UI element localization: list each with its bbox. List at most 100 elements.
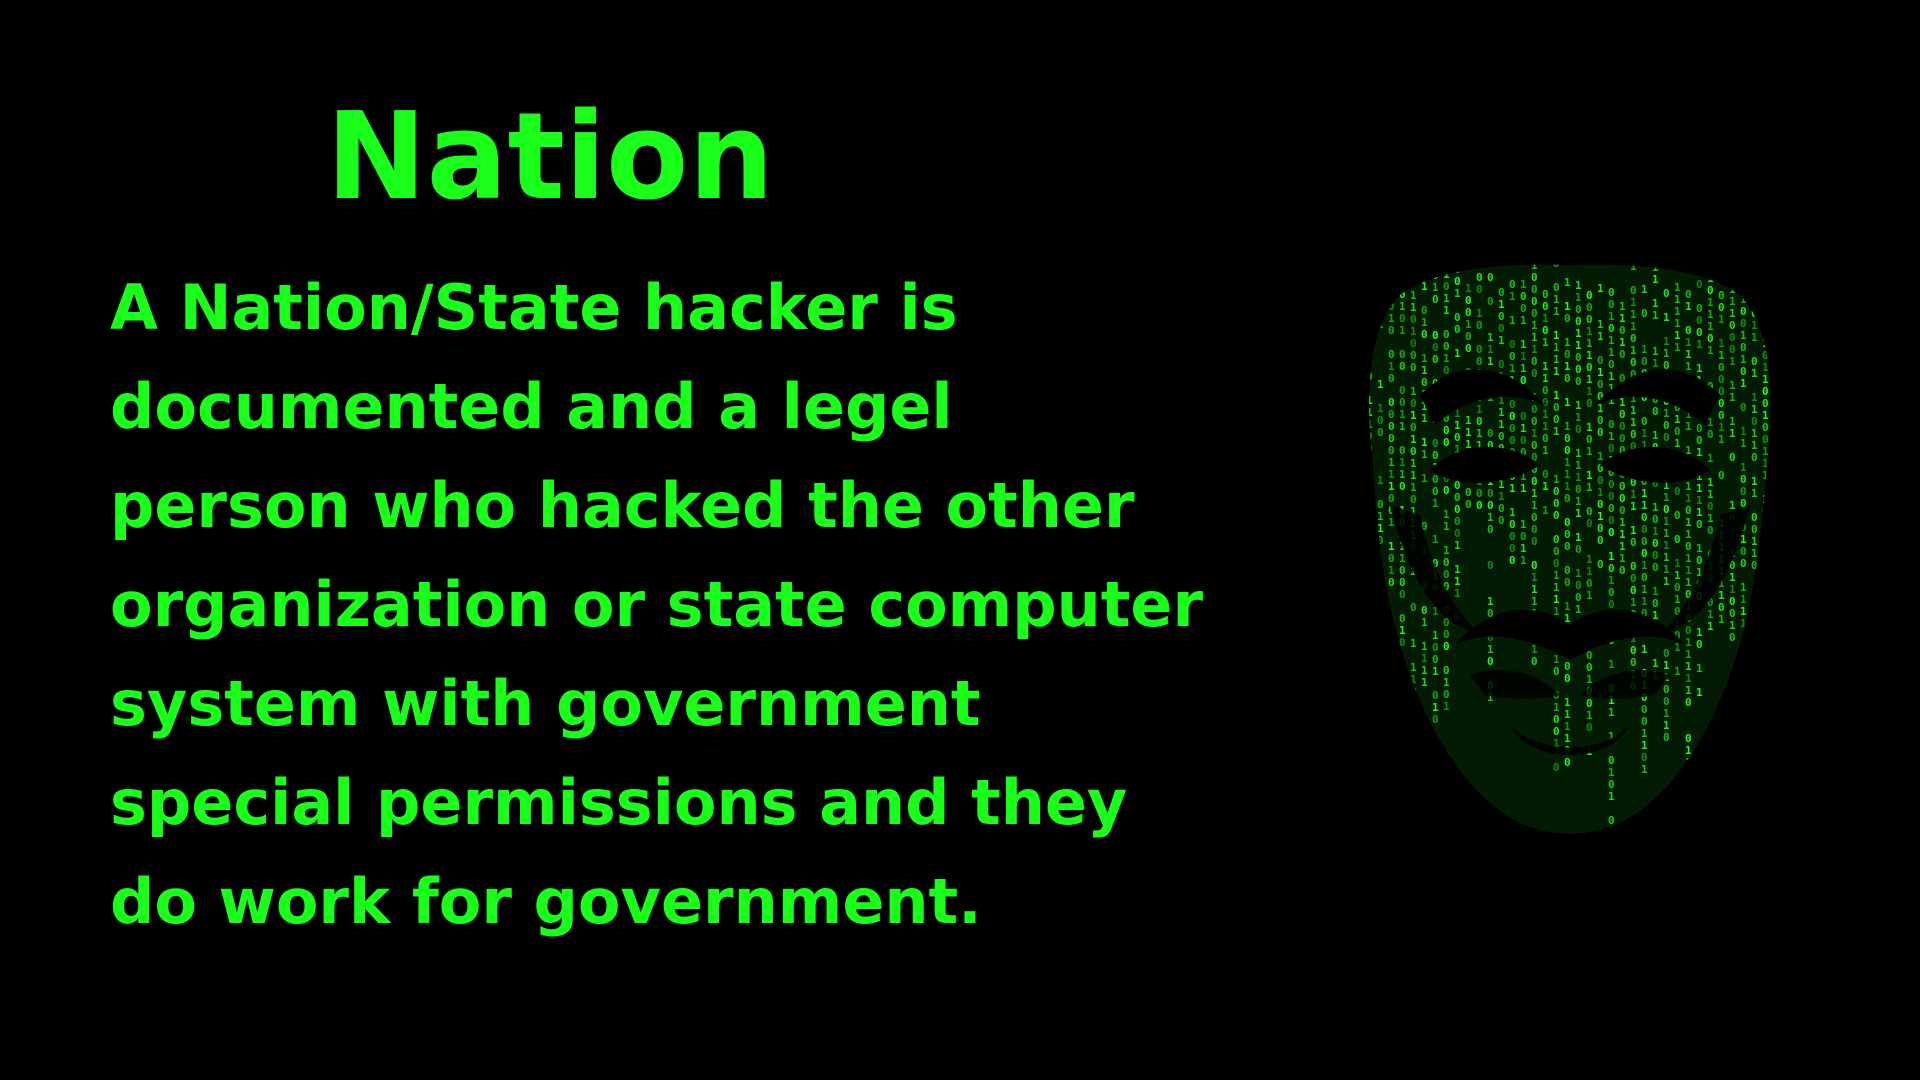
code-glyph: 1 <box>1762 325 1769 338</box>
code-glyph: 1 <box>1740 689 1747 702</box>
code-glyph: 0 <box>1399 720 1406 733</box>
code-glyph: 0 <box>1707 428 1714 441</box>
code-glyph: 0 <box>1575 423 1582 436</box>
code-glyph: 0 <box>1410 685 1417 698</box>
code-glyph: 0 <box>1652 405 1659 418</box>
code-glyph: 0 <box>1685 696 1692 709</box>
code-glyph: 0 <box>1377 774 1384 787</box>
code-glyph: 0 <box>1377 594 1384 607</box>
code-glyph: 1 <box>1751 367 1758 380</box>
code-glyph: 0 <box>1751 607 1758 620</box>
code-glyph: 0 <box>1377 270 1384 283</box>
code-glyph: 0 <box>1652 561 1659 574</box>
code-glyph: 0 <box>1597 558 1604 571</box>
code-glyph: 0 <box>1498 514 1505 527</box>
code-glyph: 0 <box>1366 562 1373 575</box>
code-glyph: 1 <box>1564 396 1571 409</box>
code-glyph: 0 <box>1696 278 1703 291</box>
code-glyph: 1 <box>1762 469 1769 482</box>
code-glyph: 1 <box>1586 481 1593 494</box>
code-glyph: 0 <box>1762 577 1769 590</box>
code-glyph: 0 <box>1399 696 1406 709</box>
code-glyph: 1 <box>1421 616 1428 629</box>
code-glyph: 1 <box>1553 305 1560 318</box>
code-glyph: 0 <box>1366 682 1373 695</box>
code-glyph: 1 <box>1773 440 1780 453</box>
code-glyph: 1 <box>1740 437 1747 450</box>
code-glyph: 1 <box>1377 678 1384 691</box>
code-glyph: 0 <box>1388 324 1395 337</box>
code-glyph: 0 <box>1388 372 1395 385</box>
code-glyph: 1 <box>1652 309 1659 322</box>
code-glyph: 1 <box>1564 276 1571 289</box>
code-glyph: 0 <box>1399 360 1406 373</box>
code-glyph: 1 <box>1377 474 1384 487</box>
body-line: A Nation/State hacker is <box>110 271 958 344</box>
code-glyph: 1 <box>1542 444 1549 457</box>
code-glyph: 0 <box>1619 348 1626 361</box>
code-glyph: 0 <box>1773 464 1780 477</box>
code-glyph: 0 <box>1707 524 1714 537</box>
code-glyph: 1 <box>1773 404 1780 417</box>
code-glyph: 0 <box>1366 442 1373 455</box>
code-glyph: 0 <box>1773 476 1780 489</box>
code-glyph: 1 <box>1421 448 1428 461</box>
code-glyph: 0 <box>1729 451 1736 464</box>
code-glyph: 0 <box>1377 642 1384 655</box>
code-glyph: 1 <box>1696 338 1703 351</box>
code-glyph: 0 <box>1399 276 1406 289</box>
code-glyph: 1 <box>1762 277 1769 290</box>
code-glyph: 1 <box>1652 273 1659 286</box>
code-glyph: 1 <box>1718 433 1725 446</box>
code-glyph: 1 <box>1586 445 1593 458</box>
code-glyph: 1 <box>1520 482 1527 495</box>
code-glyph: 1 <box>1377 378 1384 391</box>
code-glyph: 0 <box>1553 509 1560 522</box>
code-glyph: 1 <box>1773 452 1780 465</box>
code-glyph: 1 <box>1421 280 1428 293</box>
code-glyph: 0 <box>1410 601 1417 614</box>
code-glyph: 0 <box>1553 257 1560 270</box>
code-glyph: 1 <box>1454 287 1461 300</box>
code-glyph: 0 <box>1663 431 1670 444</box>
code-glyph: 0 <box>1762 565 1769 578</box>
body-line: special permissions and they <box>110 766 1128 839</box>
body-line: person who hacked the other <box>110 469 1135 542</box>
code-glyph: 0 <box>1476 283 1483 296</box>
code-glyph: 0 <box>1696 638 1703 651</box>
code-glyph: 1 <box>1740 617 1747 630</box>
code-glyph: 1 <box>1377 666 1384 679</box>
code-glyph: 0 <box>1685 780 1692 793</box>
code-glyph: 0 <box>1729 271 1736 284</box>
code-glyph: 0 <box>1641 307 1648 320</box>
code-glyph: 1 <box>1377 318 1384 331</box>
code-glyph: 0 <box>1773 380 1780 393</box>
code-glyph: 1 <box>1421 412 1428 425</box>
code-glyph: 0 <box>1531 535 1538 548</box>
code-glyph: 1 <box>1762 601 1769 614</box>
code-glyph: 1 <box>1366 574 1373 587</box>
code-glyph: 0 <box>1531 367 1538 380</box>
code-glyph: 1 <box>1432 533 1439 546</box>
code-glyph: 1 <box>1586 589 1593 602</box>
code-glyph: 0 <box>1663 731 1670 744</box>
code-glyph: 1 <box>1399 420 1406 433</box>
code-glyph: 1 <box>1751 271 1758 284</box>
code-glyph: 0 <box>1476 319 1483 332</box>
code-glyph: 1 <box>1685 804 1692 817</box>
code-glyph: 0 <box>1377 282 1384 295</box>
code-glyph: 0 <box>1432 713 1439 726</box>
code-glyph: 1 <box>1597 282 1604 295</box>
code-glyph: 1 <box>1366 658 1373 671</box>
code-glyph: 0 <box>1476 499 1483 512</box>
code-glyph: 0 <box>1597 534 1604 547</box>
code-glyph: 0 <box>1718 469 1725 482</box>
slide-title: Nation <box>326 88 774 227</box>
code-glyph: 1 <box>1509 482 1516 495</box>
code-glyph: 1 <box>1443 700 1450 713</box>
code-glyph: 0 <box>1377 606 1384 619</box>
code-glyph: 1 <box>1377 738 1384 751</box>
code-glyph: 1 <box>1630 500 1637 513</box>
code-glyph: 0 <box>1399 636 1406 649</box>
code-glyph: 1 <box>1366 466 1373 479</box>
